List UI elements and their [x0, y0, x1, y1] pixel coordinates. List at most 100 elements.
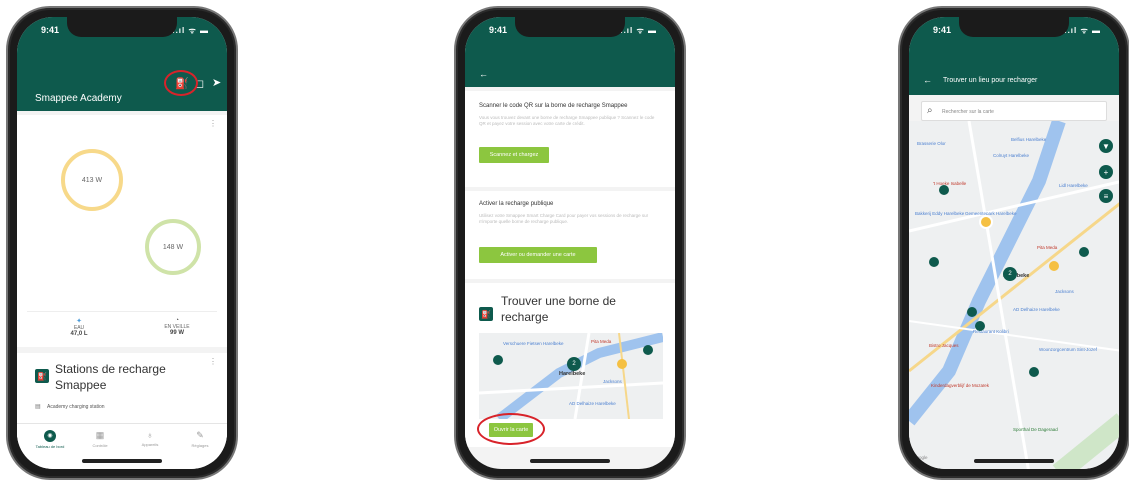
- add-icon[interactable]: +: [1099, 165, 1113, 179]
- screen: 9:41 ..ıl ᯤ ▬ ⛽ ◻ ➤ Smappee Academy ⋮ 41…: [17, 17, 227, 469]
- charging-marker-icon[interactable]: [975, 321, 985, 331]
- standby-stat: ◔ EN VEILLE 99 W: [155, 317, 199, 336]
- station-item[interactable]: Academy charging station: [47, 404, 105, 410]
- charging-marker-icon[interactable]: [1079, 247, 1089, 257]
- map[interactable]: Brasserie Olor Belfius Harelbeke Colruyt…: [909, 121, 1119, 469]
- list-icon[interactable]: ≡: [1099, 189, 1113, 203]
- map-label: Belfius Harelbeke: [1011, 137, 1047, 142]
- map-label: Pita Meda: [591, 339, 612, 344]
- divider: [27, 311, 217, 312]
- standby-icon: ◔: [174, 317, 180, 324]
- energy-card: ⋮ 413 W 148 W ✦ EAU 47,0 L ◔ EN VEILLE 9…: [17, 115, 227, 347]
- standby-value: 99 W: [169, 330, 184, 336]
- water-stat: ✦ EAU 47,0 L: [59, 317, 99, 337]
- back-arrow-icon[interactable]: ←: [923, 75, 932, 85]
- screen: 9:41 ..ıl ᯤ ▬ ← Scanner le code QR sur l…: [465, 17, 675, 469]
- charging-marker-icon[interactable]: [1029, 367, 1039, 377]
- map-label: Bakkerij Eddy Harelbeke: [915, 211, 965, 216]
- phone-charging-options: 9:41 ..ıl ᯤ ▬ ← Scanner le code QR sur l…: [454, 6, 686, 480]
- signal-icon: ..ıl ᯤ ▬: [1064, 26, 1101, 35]
- map-label: Harelbeke: [559, 371, 586, 377]
- consumption-ring: 413 W: [61, 149, 123, 211]
- status-time: 9:41: [933, 25, 952, 35]
- charging-marker-icon[interactable]: [643, 345, 653, 355]
- notch: [67, 17, 177, 37]
- activate-card-button[interactable]: Activer ou demander une carte: [479, 247, 597, 263]
- scan-card: Scanner le code QR sur la borne de recha…: [465, 91, 675, 187]
- current-location-icon: [979, 215, 993, 229]
- notch: [515, 17, 625, 37]
- home-indicator: [530, 459, 610, 463]
- public-title: Activer la recharge publique: [479, 201, 554, 207]
- tab-label: Tableau de bord: [35, 444, 65, 449]
- dashboard-icon: ◉: [44, 430, 56, 442]
- tab-settings[interactable]: ✎ Réglages: [175, 430, 225, 448]
- control-icon: ▦: [95, 430, 105, 440]
- map-label: Jacksons: [603, 379, 622, 384]
- solar-value: 148 W: [162, 243, 184, 251]
- consumption-value: 413 W: [81, 176, 103, 184]
- map-label: Lidl Harelbeke: [1059, 183, 1088, 188]
- phone-map: 9:41 ..ıl ᯤ ▬ ← Trouver un lieu pour rec…: [898, 6, 1129, 480]
- charging-marker-icon[interactable]: [967, 307, 977, 317]
- map-label: Verschuere Fietsen Harelbeke: [503, 341, 564, 346]
- stations-menu-icon[interactable]: ⋮: [209, 357, 217, 366]
- map-label: AD Delhaize Harelbeke: [1013, 307, 1060, 312]
- stations-title: Stations de recharge Smappee: [55, 362, 166, 392]
- map-label: Colruyt Harelbeke: [993, 153, 1030, 158]
- charging-marker-icon[interactable]: [1049, 261, 1059, 271]
- tab-dashboard[interactable]: ◉ Tableau de bord: [25, 430, 75, 449]
- home-indicator: [82, 459, 162, 463]
- public-charging-card: Activer la recharge publique Utilisez vo…: [465, 191, 675, 279]
- scan-text: Vous vous trouvez devant une borne de re…: [479, 115, 655, 126]
- find-title: Trouver une borne de recharge: [501, 294, 616, 324]
- tab-control[interactable]: ▦ Contrôle: [75, 430, 125, 448]
- tab-label: Contrôle: [92, 443, 108, 448]
- screen: 9:41 ..ıl ᯤ ▬ ← Trouver un lieu pour rec…: [909, 17, 1119, 469]
- signal-icon: ..ıl ᯤ ▬: [172, 26, 209, 35]
- back-arrow-icon[interactable]: ←: [479, 69, 488, 79]
- phone-dashboard: 9:41 ..ıl ᯤ ▬ ⛽ ◻ ➤ Smappee Academy ⋮ 41…: [6, 6, 238, 480]
- home-indicator: [974, 459, 1054, 463]
- find-station-card: ⛽ Trouver une borne de recharge Verschue…: [465, 283, 675, 447]
- charging-marker-icon[interactable]: [493, 355, 503, 365]
- calendar-icon: ▤: [35, 404, 41, 410]
- search-icon: ⌕: [927, 105, 933, 116]
- search-placeholder: Rechercher sur la carte: [942, 109, 994, 115]
- map-roads: [909, 121, 1119, 469]
- filter-icon[interactable]: ▼: [1099, 139, 1113, 153]
- scan-title: Scanner le code QR sur la borne de recha…: [479, 103, 628, 109]
- map-label: AD Delhaize Harelbeke: [569, 401, 616, 406]
- map-label: Brasserie Olor: [917, 141, 946, 146]
- bulb-icon: ♁: [146, 430, 154, 440]
- preview-map[interactable]: Verschuere Fietsen Harelbeke Pita Meda H…: [479, 333, 663, 419]
- map-label: Sporthal De Dageraad: [1013, 427, 1058, 432]
- highlight-circle: [164, 70, 198, 96]
- charging-marker-icon[interactable]: [929, 257, 939, 267]
- google-logo: Google: [913, 455, 928, 460]
- map-label: Woonzorgcentrum Sint-Jozef: [1039, 347, 1097, 352]
- tab-devices[interactable]: ♁ Appareils: [125, 430, 175, 447]
- wrench-icon: ✎: [196, 430, 204, 440]
- water-icon: ✦: [76, 318, 82, 325]
- card-menu-icon[interactable]: ⋮: [209, 119, 217, 128]
- app-title: Smappee Academy: [35, 93, 122, 104]
- charging-marker-icon[interactable]: [939, 185, 949, 195]
- solar-ring: 148 W: [145, 219, 201, 275]
- cluster-marker[interactable]: 2: [1003, 267, 1017, 281]
- charging-station-icon: ⛽: [479, 307, 493, 321]
- cluster-marker[interactable]: 2: [567, 357, 581, 371]
- notch: [959, 17, 1069, 37]
- send-icon[interactable]: ➤: [212, 76, 221, 89]
- water-value: 47,0 L: [70, 331, 88, 337]
- tab-label: Appareils: [141, 442, 159, 447]
- status-time: 9:41: [489, 25, 508, 35]
- map-label: Bistro Jacques: [929, 343, 959, 348]
- charging-marker-icon[interactable]: [617, 359, 627, 369]
- scan-and-charge-button[interactable]: Scannez et chargez: [479, 147, 549, 163]
- map-search-input[interactable]: ⌕ Rechercher sur la carte: [921, 101, 1107, 121]
- map-label: Jacksons: [1055, 289, 1074, 294]
- page-title: Trouver un lieu pour recharger: [943, 77, 1038, 84]
- signal-icon: ..ıl ᯤ ▬: [620, 26, 657, 35]
- status-time: 9:41: [41, 25, 60, 35]
